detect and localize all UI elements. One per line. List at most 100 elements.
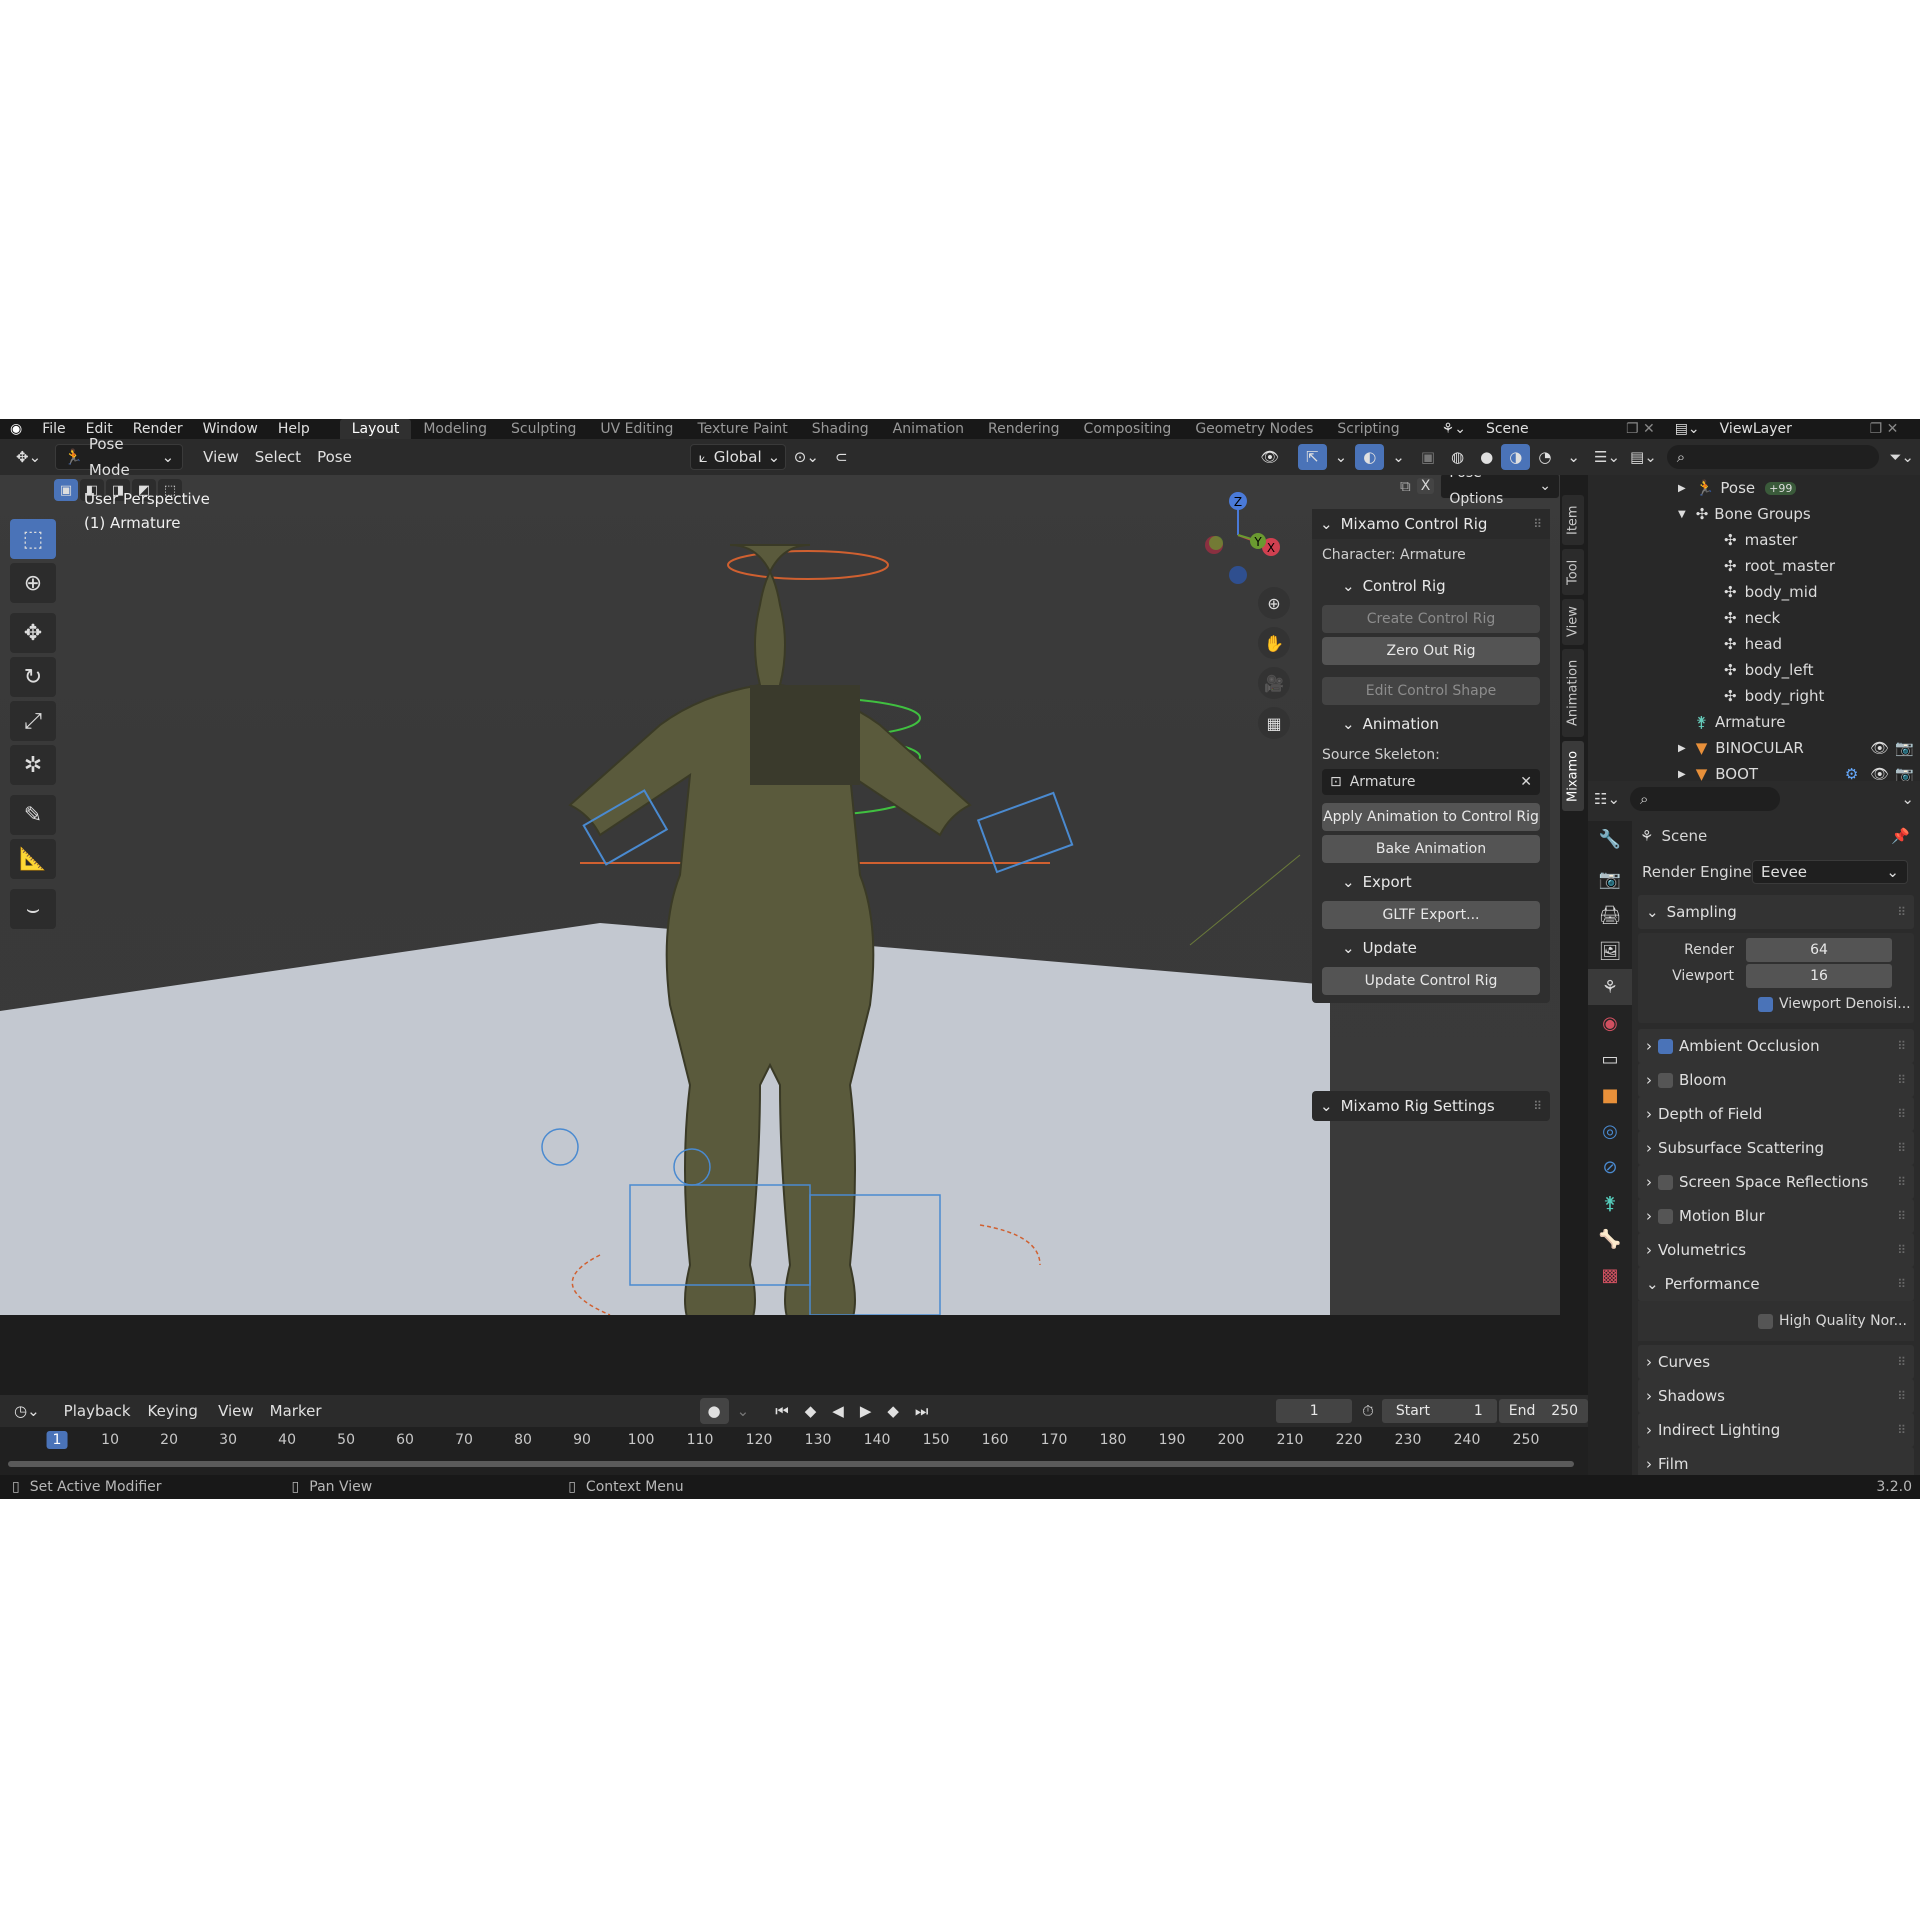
expand-icon[interactable]: ▶ bbox=[1678, 743, 1686, 754]
outliner-bone-groups-row[interactable]: ▼ ✣ Bone Groups bbox=[1588, 501, 1920, 527]
annotate-icon[interactable]: ✎ bbox=[10, 795, 56, 835]
move-icon[interactable]: ✥ bbox=[10, 613, 56, 653]
bloom-panel[interactable]: › Bloom ⠿ bbox=[1638, 1063, 1914, 1097]
apply-animation-button[interactable]: Apply Animation to Control Rig bbox=[1322, 803, 1540, 831]
outliner-filter-mode-icon[interactable]: ▤⌄ bbox=[1630, 448, 1657, 466]
high-quality-normals-checkbox[interactable] bbox=[1758, 1313, 1773, 1329]
create-control-rig-button[interactable]: Create Control Rig bbox=[1322, 605, 1540, 633]
new-view-layer-icon[interactable]: ❐ ✕ bbox=[1860, 421, 1909, 437]
tab-geometry-nodes[interactable]: Geometry Nodes bbox=[1183, 419, 1325, 439]
drag-grip-icon[interactable]: ⠿ bbox=[1897, 1355, 1906, 1369]
xray-icon[interactable]: ▣ bbox=[1413, 444, 1443, 470]
scene-tab-icon[interactable]: ⚘ bbox=[1588, 969, 1632, 1005]
play-reverse-icon[interactable]: ◀ bbox=[824, 1398, 852, 1424]
expand-icon[interactable]: ▶ bbox=[1678, 769, 1686, 780]
screen-space-reflections-checkbox[interactable] bbox=[1658, 1174, 1673, 1190]
drag-grip-icon[interactable]: ⠿ bbox=[1897, 1141, 1906, 1155]
update-control-rig-button[interactable]: Update Control Rig bbox=[1322, 967, 1540, 995]
visibility-icon[interactable]: 👁⌄ bbox=[1253, 444, 1298, 492]
tab-scripting[interactable]: Scripting bbox=[1325, 419, 1411, 439]
transform-icon[interactable]: ✲ bbox=[10, 745, 56, 785]
expand-icon[interactable]: ▶ bbox=[1678, 483, 1686, 494]
tab-tool[interactable]: Tool bbox=[1562, 549, 1584, 595]
outliner-group-row[interactable]: ✣ root_master bbox=[1588, 553, 1920, 579]
jump-end-icon[interactable]: ⏭ bbox=[907, 1398, 937, 1424]
pivot-icon[interactable]: ⊙⌄ bbox=[786, 444, 827, 470]
outliner-binocular-row[interactable]: ▶ ▼ BINOCULAR 👁 📷 bbox=[1588, 735, 1920, 761]
next-keyframe-icon[interactable]: ◆ bbox=[879, 1398, 907, 1424]
outliner-group-row[interactable]: ✣ master bbox=[1588, 527, 1920, 553]
overlay-dropdown-icon[interactable]: ⌄ bbox=[1384, 444, 1413, 470]
zoom-icon[interactable]: ⊕ bbox=[1258, 587, 1290, 619]
render-icon[interactable]: 📷 bbox=[1588, 861, 1632, 897]
tab-view[interactable]: View bbox=[1562, 599, 1584, 645]
outliner-group-row[interactable]: ✣ head bbox=[1588, 631, 1920, 657]
gltf-export-button[interactable]: GLTF Export... bbox=[1322, 901, 1540, 929]
outliner-group-row[interactable]: ✣ body_left bbox=[1588, 657, 1920, 683]
export-section[interactable]: ⌄ Export bbox=[1312, 867, 1550, 897]
motion-blur-checkbox[interactable] bbox=[1658, 1208, 1673, 1224]
overlay-toggle-icon[interactable]: ◐ bbox=[1355, 444, 1385, 470]
pin-icon[interactable]: 📌 bbox=[1891, 827, 1910, 845]
timeline-ruler[interactable]: 1 10 20 30 40 50 60 70 80 90 100 110 120 130 140 150 160… bbox=[0, 1427, 1588, 1475]
snap-icon[interactable]: ⊂ ⊞⌄ bbox=[827, 444, 883, 492]
source-skeleton-field[interactable]: ⊡ Armature ✕ bbox=[1322, 769, 1540, 795]
tab-animation-side[interactable]: Animation bbox=[1562, 649, 1584, 737]
shading-solid-icon[interactable]: ● bbox=[1472, 444, 1501, 470]
tab-layout[interactable]: Layout bbox=[339, 419, 412, 439]
start-frame-field[interactable]: Start 1 bbox=[1381, 1399, 1497, 1423]
world-icon[interactable]: ◉ bbox=[1588, 1005, 1632, 1041]
depth-of-field-panel[interactable]: › Depth of Field ⠿ bbox=[1638, 1097, 1914, 1131]
keying-menu[interactable]: Keying ⌄ bbox=[140, 1398, 211, 1446]
bloom-checkbox[interactable] bbox=[1658, 1072, 1673, 1088]
output-icon[interactable]: 🖨 bbox=[1588, 897, 1632, 933]
animation-section[interactable]: ⌄ Animation bbox=[1312, 709, 1550, 739]
viewport-denoising-row[interactable]: Viewport Denoisi... bbox=[1638, 989, 1914, 1019]
rotate-icon[interactable]: ↻ bbox=[10, 657, 56, 697]
ambient-occlusion-checkbox[interactable] bbox=[1658, 1038, 1673, 1054]
end-frame-field[interactable]: End 250 bbox=[1498, 1399, 1588, 1423]
update-section[interactable]: ⌄ Update bbox=[1312, 933, 1550, 963]
properties-search-icon[interactable]: ⌕ bbox=[1630, 787, 1781, 811]
cursor-icon[interactable]: ⊕ bbox=[10, 563, 56, 603]
control-rig-section[interactable]: ⌄ Control Rig bbox=[1312, 571, 1550, 601]
timeline-editor-icon[interactable]: ◷⌄ bbox=[6, 1398, 48, 1424]
outliner-group-row[interactable]: ✣ body_right bbox=[1588, 683, 1920, 709]
current-frame-field[interactable]: 1 bbox=[1276, 1399, 1353, 1423]
outliner-search-icon[interactable]: ⌕ bbox=[1666, 445, 1880, 469]
select-box-icon[interactable]: ⬚ bbox=[10, 519, 56, 559]
shading-material-icon[interactable]: ◑ bbox=[1501, 444, 1531, 470]
orientation-dropdown[interactable]: ⟀ Global ⌄ bbox=[689, 444, 786, 470]
record-icon[interactable]: ● bbox=[699, 1398, 729, 1424]
drag-grip-icon[interactable]: ⠿ bbox=[1897, 1073, 1906, 1087]
bake-animation-button[interactable]: Bake Animation bbox=[1322, 835, 1540, 863]
view-layer-tab-icon[interactable]: 🖼 bbox=[1588, 933, 1632, 969]
marker-menu[interactable]: Marker bbox=[262, 1398, 330, 1424]
armature-data-icon[interactable]: ⚵ bbox=[1588, 1185, 1632, 1221]
tab-shading[interactable]: Shading bbox=[800, 419, 881, 439]
drag-grip-icon[interactable]: ⠿ bbox=[1897, 1277, 1906, 1291]
tab-modeling[interactable]: Modeling bbox=[411, 419, 499, 439]
scene-icon[interactable]: ⚘⌄ bbox=[1432, 421, 1476, 437]
texture-icon[interactable]: ▩ bbox=[1588, 1257, 1632, 1293]
editor-type-icon[interactable]: ✥⌄ bbox=[8, 444, 49, 470]
edit-control-shape-button[interactable]: Edit Control Shape bbox=[1322, 677, 1540, 705]
curves-panel[interactable]: › Curves ⠿ bbox=[1638, 1345, 1914, 1379]
shading-dropdown-icon[interactable]: ⌄ bbox=[1559, 444, 1588, 470]
subsurface-scattering-panel[interactable]: › Subsurface Scattering ⠿ bbox=[1638, 1131, 1914, 1165]
pose-options-dropdown[interactable]: Pose Options ⌄ bbox=[1440, 475, 1560, 507]
physics-icon[interactable]: ◎ bbox=[1588, 1113, 1632, 1149]
mode-dropdown[interactable]: 🏃 Pose Mode ⌄ bbox=[55, 435, 184, 479]
tab-item[interactable]: Item bbox=[1562, 495, 1584, 545]
scene-name[interactable]: Scene bbox=[1476, 421, 1616, 437]
menu-help[interactable]: Help bbox=[268, 421, 320, 437]
collapse-icon[interactable]: ▼ bbox=[1678, 509, 1686, 520]
collection-icon[interactable]: ▭ bbox=[1588, 1041, 1632, 1077]
viewport-denoising-checkbox[interactable] bbox=[1758, 996, 1773, 1012]
drag-grip-icon[interactable]: ⠿ bbox=[1533, 517, 1542, 531]
drag-grip-icon[interactable]: ⠿ bbox=[1897, 1039, 1906, 1053]
clear-icon[interactable]: ✕ bbox=[1520, 774, 1532, 790]
shadows-panel[interactable]: › Shadows ⠿ bbox=[1638, 1379, 1914, 1413]
menu-select[interactable]: Select bbox=[247, 444, 309, 470]
shading-wireframe-icon[interactable]: ◍ bbox=[1443, 444, 1472, 470]
